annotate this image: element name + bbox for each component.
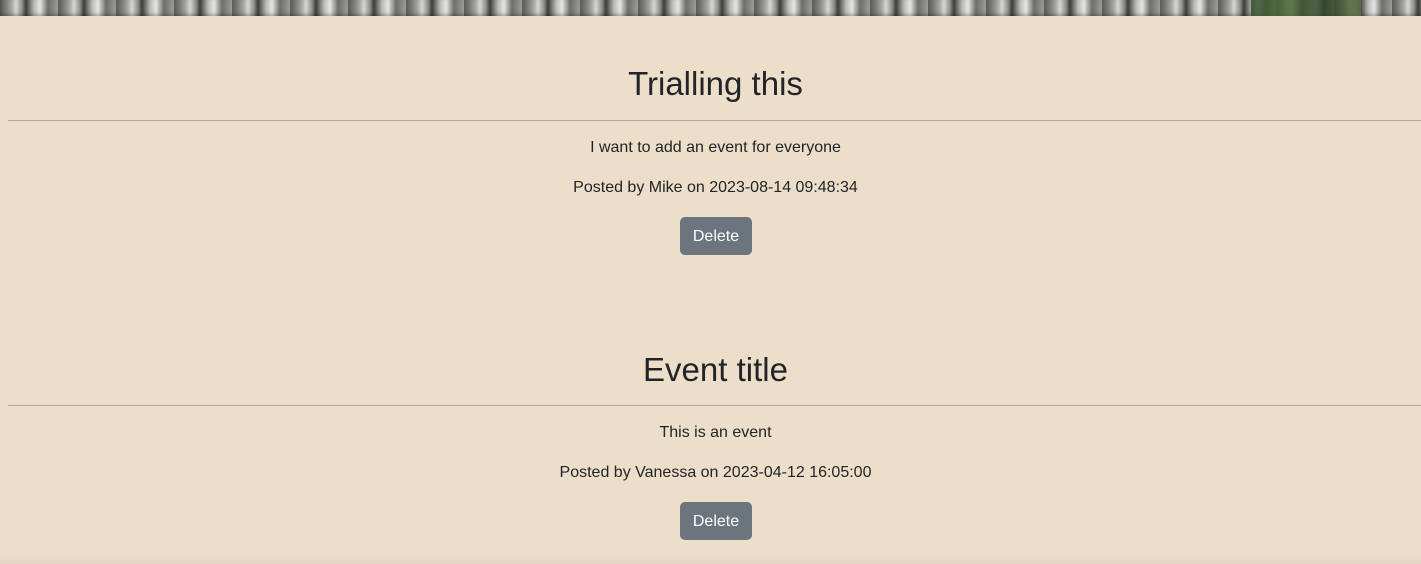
event-posted-by: Posted by Mike on 2023-08-14 09:48:34	[573, 179, 858, 196]
event-divider	[8, 120, 1421, 121]
event-title: Event title	[643, 351, 788, 388]
header-banner-image	[0, 0, 1421, 16]
delete-button[interactable]: Delete	[680, 217, 752, 255]
events-page: Trialling this I want to add an event fo…	[0, 16, 1421, 564]
event-title: Trialling this	[628, 65, 803, 102]
event-description: This is an event	[659, 424, 772, 441]
event-divider	[8, 405, 1421, 406]
bottom-shadow	[0, 554, 1421, 564]
event-description: I want to add an event for everyone	[590, 139, 841, 156]
event-posted-by: Posted by Vanessa on 2023-04-12 16:05:00	[559, 464, 872, 481]
delete-button[interactable]: Delete	[680, 502, 752, 540]
banner-foliage	[1251, 0, 1361, 16]
